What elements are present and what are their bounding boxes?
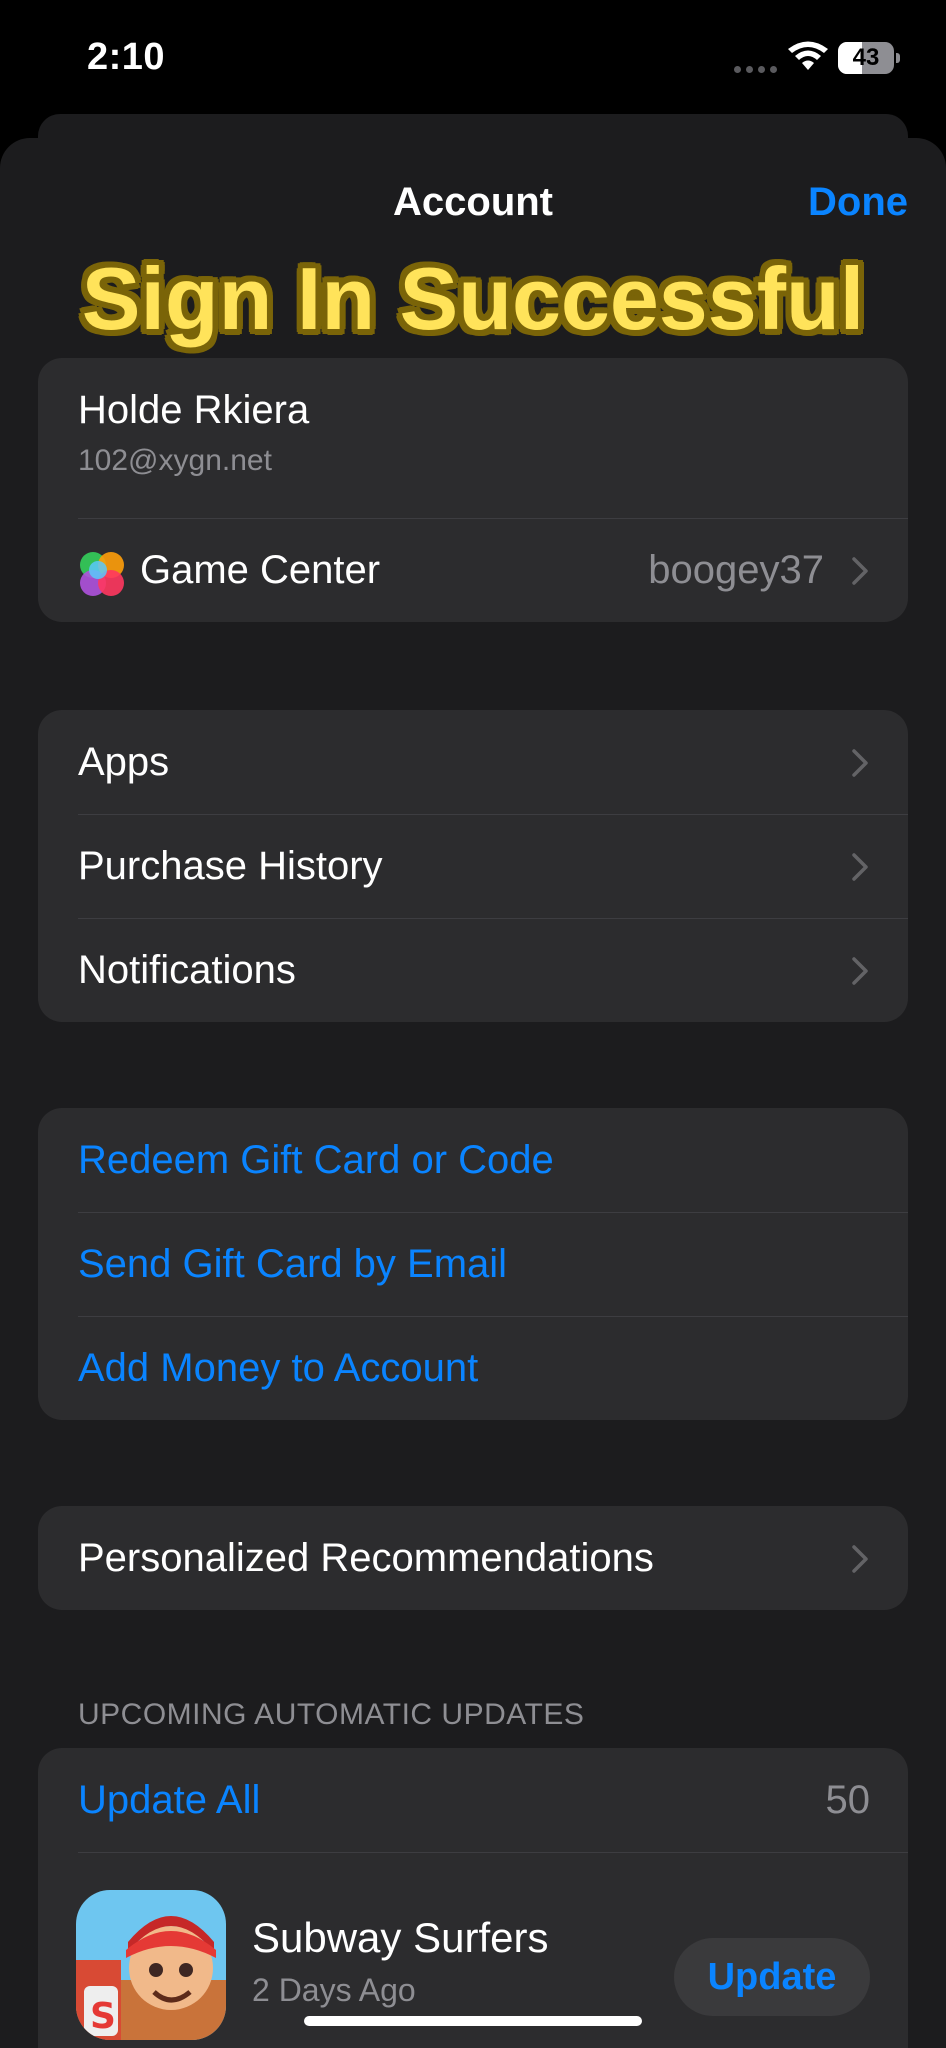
game-center-label: Game Center	[140, 548, 381, 592]
subway-surfers-app-icon: S	[76, 1890, 226, 2040]
status-bar: 2:10 43	[0, 0, 946, 120]
page-title: Account	[393, 180, 553, 224]
app-update-date: 2 Days Ago	[252, 1972, 416, 2008]
account-name: Holde Rkiera	[78, 388, 310, 432]
personalized-recommendations-row[interactable]: Personalized Recommendations	[38, 1506, 908, 1610]
update-button[interactable]: Update	[674, 1938, 870, 2016]
chevron-right-icon	[850, 956, 870, 986]
menu-group: Apps Purchase History Notifications	[38, 710, 908, 1022]
update-all-row: Update All 50	[38, 1748, 908, 1852]
purchase-history-label: Purchase History	[78, 844, 383, 888]
account-profile-row[interactable]: Holde Rkiera 102@xygn.net	[38, 358, 908, 518]
battery-icon: 43	[838, 42, 900, 74]
chevron-right-icon	[850, 1544, 870, 1574]
chevron-right-icon	[850, 852, 870, 882]
updates-group: Update All 50 S Subway Surfers 2 Days Ag…	[38, 1748, 908, 2048]
recommendations-group: Personalized Recommendations	[38, 1506, 908, 1610]
sign-in-success-banner: Sign In Successful	[81, 249, 865, 348]
gift-card-group: Redeem Gift Card or Code Send Gift Card …	[38, 1108, 908, 1420]
apps-label: Apps	[78, 740, 170, 784]
svg-text:S: S	[90, 1996, 116, 2037]
update-count: 50	[825, 1778, 871, 1822]
add-money-link[interactable]: Add Money to Account	[78, 1316, 478, 1420]
send-gift-card-row[interactable]: Send Gift Card by Email	[38, 1212, 908, 1316]
redeem-gift-card-row[interactable]: Redeem Gift Card or Code	[38, 1108, 908, 1212]
notifications-row[interactable]: Notifications	[38, 918, 908, 1022]
game-center-row[interactable]: Game Center boogey37	[38, 518, 908, 622]
status-time: 2:10	[87, 36, 166, 78]
done-button[interactable]: Done	[808, 180, 908, 225]
personalized-recommendations-label: Personalized Recommendations	[78, 1536, 654, 1580]
chevron-right-icon	[850, 748, 870, 778]
chevron-right-icon	[850, 556, 870, 586]
send-gift-card-link[interactable]: Send Gift Card by Email	[78, 1212, 507, 1316]
notifications-label: Notifications	[78, 948, 296, 992]
purchase-history-row[interactable]: Purchase History	[38, 814, 908, 918]
add-money-row[interactable]: Add Money to Account	[38, 1316, 908, 1420]
game-center-username: boogey37	[648, 548, 824, 592]
app-name: Subway Surfers	[252, 1914, 549, 1961]
account-group: Holde Rkiera 102@xygn.net Game Center bo…	[38, 358, 908, 622]
redeem-gift-card-link[interactable]: Redeem Gift Card or Code	[78, 1108, 554, 1212]
update-all-button[interactable]: Update All	[78, 1748, 260, 1852]
account-email: 102@xygn.net	[78, 444, 272, 477]
apps-row[interactable]: Apps	[38, 710, 908, 814]
game-center-icon	[80, 552, 124, 596]
cellular-signal-icon	[734, 66, 777, 73]
updates-section-header: UPCOMING AUTOMATIC UPDATES	[78, 1698, 585, 1731]
wifi-icon	[788, 41, 828, 70]
home-indicator	[304, 2016, 642, 2026]
battery-level: 43	[852, 44, 880, 71]
